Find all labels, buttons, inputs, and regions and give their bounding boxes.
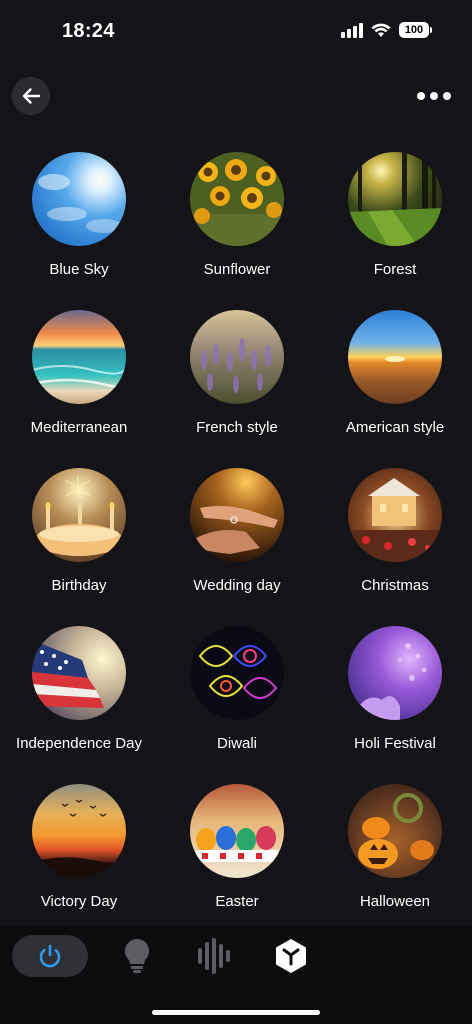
battery-icon: 100: [399, 22, 432, 38]
sunflower-thumbnail: [190, 152, 284, 246]
scene-tile-birthday[interactable]: Birthday: [0, 468, 158, 608]
scene-label: Wedding day: [193, 577, 281, 594]
diwali-thumbnail: [190, 626, 284, 720]
more-options-button[interactable]: [412, 82, 456, 110]
tab-scene[interactable]: [270, 935, 312, 977]
scene-label: Mediterranean: [30, 419, 128, 436]
dot-icon: [443, 92, 451, 100]
tab-light[interactable]: [120, 935, 154, 977]
easter-thumbnail: [190, 784, 284, 878]
dot-icon: [417, 92, 425, 100]
arrow-left-icon: [22, 88, 41, 104]
holi-festival-thumbnail: [348, 626, 442, 720]
scene-label: Victory Day: [40, 893, 118, 910]
scene-label: Blue Sky: [49, 261, 109, 278]
cellular-signal-icon: [341, 22, 363, 38]
tab-music[interactable]: [193, 935, 235, 977]
french-style-thumbnail: [190, 310, 284, 404]
scene-tile-victory-day[interactable]: Victory Day: [0, 784, 158, 924]
scene-label: Halloween: [359, 893, 431, 910]
scene-tile-diwali[interactable]: Diwali: [158, 626, 316, 766]
forest-thumbnail: [348, 152, 442, 246]
scene-label: Independence Day: [16, 735, 142, 752]
scene-label: French style: [196, 419, 278, 436]
home-indicator: [152, 1010, 320, 1015]
scene-tile-mediterranean[interactable]: Mediterranean: [0, 310, 158, 450]
scene-label: Easter: [215, 893, 259, 910]
scene-tile-sunflower[interactable]: Sunflower: [158, 152, 316, 292]
wedding-day-thumbnail: [190, 468, 284, 562]
scene-tile-american-style[interactable]: American style: [316, 310, 472, 450]
scene-label: Christmas: [361, 577, 429, 594]
tab-power[interactable]: [12, 935, 88, 977]
power-icon: [39, 944, 61, 968]
scene-tile-forest[interactable]: Forest: [316, 152, 472, 292]
battery-level: 100: [399, 22, 429, 38]
scene-tile-french-style[interactable]: French style: [158, 310, 316, 450]
back-button[interactable]: [12, 77, 50, 115]
status-icons: 100: [341, 22, 432, 38]
scene-tile-easter[interactable]: Easter: [158, 784, 316, 924]
sound-wave-icon: [198, 938, 230, 974]
scene-label: Diwali: [216, 735, 257, 752]
scene-tile-christmas[interactable]: Christmas: [316, 468, 472, 608]
scene-tile-blue-sky[interactable]: Blue Sky: [0, 152, 158, 292]
wifi-icon: [371, 23, 391, 37]
american-style-thumbnail: [348, 310, 442, 404]
scene-tile-independence-day[interactable]: Independence Day: [0, 626, 158, 766]
blue-sky-thumbnail: [32, 152, 126, 246]
status-bar: 18:24 100: [0, 0, 472, 64]
victory-day-thumbnail: [32, 784, 126, 878]
christmas-thumbnail: [348, 468, 442, 562]
scene-label: Holi Festival: [354, 735, 436, 752]
birthday-thumbnail: [32, 468, 126, 562]
scene-label: American style: [345, 419, 445, 436]
mediterranean-thumbnail: [32, 310, 126, 404]
halloween-thumbnail: [348, 784, 442, 878]
dot-icon: [430, 92, 438, 100]
scene-tile-holi-festival[interactable]: Holi Festival: [316, 626, 472, 766]
independence-day-thumbnail: [32, 626, 126, 720]
scene-tile-halloween[interactable]: Halloween: [316, 784, 472, 924]
scene-label: Sunflower: [203, 261, 271, 278]
bulb-icon: [124, 938, 150, 973]
scene-label: Birthday: [51, 577, 107, 594]
bottom-tab-bar: [0, 926, 472, 1024]
scene-icon: [276, 939, 306, 973]
status-time: 18:24: [62, 20, 115, 42]
scene-label: Forest: [373, 261, 417, 278]
scene-tile-wedding-day[interactable]: Wedding day: [158, 468, 316, 608]
